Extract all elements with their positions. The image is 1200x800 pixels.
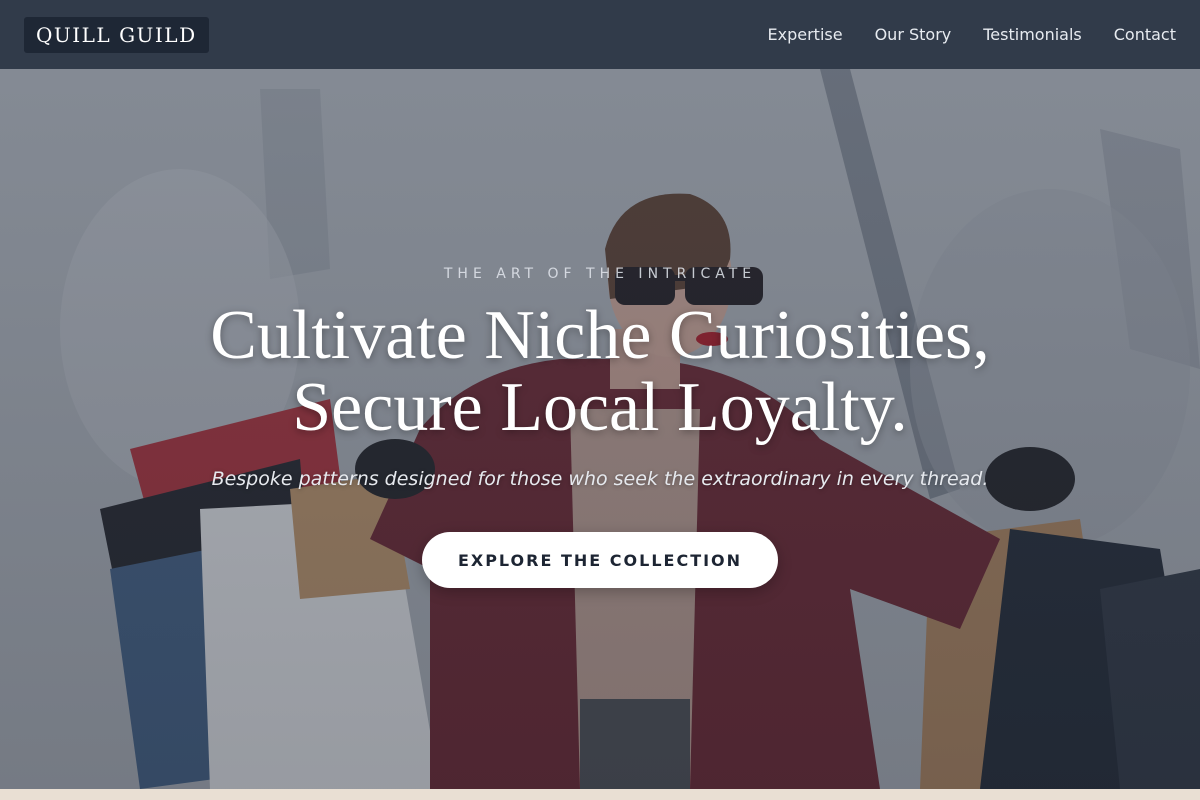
brand-logo[interactable]: QUILL GUILD [24, 16, 209, 53]
hero-content: THE ART OF THE INTRICATE Cultivate Niche… [0, 69, 1200, 789]
hero-headline-line-2: Secure Local Loyalty. [292, 369, 908, 446]
nav-link-expertise[interactable]: Expertise [768, 25, 843, 44]
hero-section: THE ART OF THE INTRICATE Cultivate Niche… [0, 69, 1200, 789]
nav-link-contact[interactable]: Contact [1114, 25, 1176, 44]
hero-subtitle: Bespoke patterns designed for those who … [211, 468, 989, 490]
hero-headline: Cultivate Niche Curiosities, Secure Loca… [210, 300, 990, 444]
nav-link-our-story[interactable]: Our Story [875, 25, 952, 44]
nav-link-testimonials[interactable]: Testimonials [983, 25, 1082, 44]
explore-collection-button[interactable]: EXPLORE THE COLLECTION [422, 532, 778, 588]
hero-eyebrow: THE ART OF THE INTRICATE [443, 266, 757, 282]
nav-links: Expertise Our Story Testimonials Contact [768, 25, 1176, 44]
hero-headline-line-1: Cultivate Niche Curiosities, [210, 297, 990, 374]
next-section-edge [0, 789, 1200, 800]
top-navbar: QUILL GUILD Expertise Our Story Testimon… [0, 0, 1200, 69]
